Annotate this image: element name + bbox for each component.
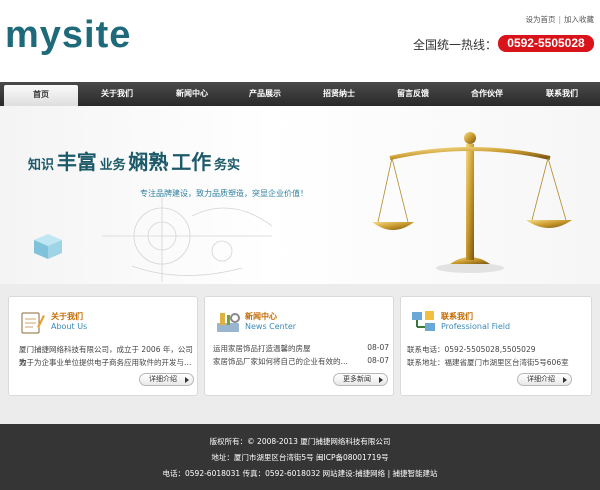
nav-item-products[interactable]: 产品展示 (228, 82, 302, 106)
news-item[interactable]: 运用家居饰品打造温馨的房屋 08-07 (213, 343, 389, 354)
news-item-date: 08-07 (367, 356, 389, 365)
banner-sub-slogan: 专注品牌建设，致力品质塑造，突显企业价值！ (140, 189, 308, 198)
site-header: mysite 设为首页 | 加入收藏 全国统一热线： 0592-5505028 (0, 0, 600, 82)
main-nav: 首页 关于我们 新闻中心 产品展示 招贤纳士 留言反馈 合作伙伴 联系我们 (0, 82, 600, 106)
hotline-label: 全国统一热线： (413, 38, 498, 52)
about-box: 关于我们 About Us 厦门捕捷网络科技有限公司，成立于 2006 年，公司… (8, 296, 198, 396)
site-footer: 版权所有：© 2008-2013 厦门捕捷网络科技有限公司 地址：厦门市湖里区台… (0, 424, 600, 490)
hotline-number: 0592-5505028 (498, 35, 594, 52)
nav-item-about[interactable]: 关于我们 (78, 82, 156, 106)
news-title[interactable]: 新闻中心 (245, 311, 277, 322)
slogan-word: 务实 (214, 158, 241, 173)
banner-slogan: 知识 丰富 业务 娴熟 工作 务实 (28, 146, 240, 175)
news-box: 新闻中心 News Center 运用家居饰品打造温馨的房屋 08-07 家居饰… (204, 296, 394, 396)
news-item-title[interactable]: 家居饰品厂家如何将自己的企业有效的… (213, 357, 348, 366)
news-item[interactable]: 家居饰品厂家如何将自己的企业有效的… 08-07 (213, 356, 389, 367)
contact-box: 联系我们 Professional Field 联系电话：0592-550502… (400, 296, 592, 396)
nav-item-home[interactable]: 首页 (4, 85, 78, 106)
about-subtitle: About Us (51, 322, 88, 331)
slogan-word: 丰富 (56, 150, 97, 174)
footer-address: 地址：厦门市湖里区台湾街5号 闽ICP备08001719号 (211, 453, 389, 462)
sketch-drawing-image (102, 198, 273, 282)
cube-image (34, 234, 62, 259)
nav-item-feedback[interactable]: 留言反馈 (376, 82, 450, 106)
site-logo[interactable]: mysite (5, 16, 131, 54)
news-subtitle: News Center (245, 322, 297, 331)
more-news-button[interactable]: 更多新闻 (333, 373, 388, 386)
contact-address: 联系地址：福建省厦门市湖里区台湾街5号606室 (407, 358, 569, 367)
news-item-title[interactable]: 运用家居饰品打造温馨的房屋 (213, 344, 311, 353)
slogan-word: 工作 (171, 150, 212, 174)
nav-item-news[interactable]: 新闻中心 (156, 82, 228, 106)
footer-contact: 电话：0592-6018031 传真：0592-6018032 网站建设:捕捷网… (162, 469, 438, 478)
contact-phone: 联系电话：0592-5505028,5505029 (407, 345, 536, 354)
set-homepage-link[interactable]: 设为首页 (525, 15, 555, 24)
add-favorite-link[interactable]: 加入收藏 (564, 15, 594, 24)
slogan-word: 知识 (28, 158, 55, 173)
contact-subtitle: Professional Field (441, 322, 511, 331)
network-icon (412, 311, 435, 331)
slogan-word: 业务 (99, 158, 126, 173)
tools-icon (217, 313, 240, 332)
contact-title[interactable]: 联系我们 (441, 311, 473, 322)
about-text-line: 力于为企事业单位提供电子商务应用软件的开发与… (19, 358, 192, 367)
link-divider: | (558, 15, 561, 24)
about-title[interactable]: 关于我们 (51, 311, 83, 322)
about-detail-button[interactable]: 详细介绍 (139, 373, 194, 386)
top-links: 设为首页 | 加入收藏 (525, 14, 594, 25)
footer-copyright: 版权所有：© 2008-2013 厦门捕捷网络科技有限公司 (209, 437, 391, 446)
slogan-word: 娴熟 (128, 150, 169, 174)
nav-item-jobs[interactable]: 招贤纳士 (302, 82, 376, 106)
news-item-date: 08-07 (367, 343, 389, 352)
contact-detail-button[interactable]: 详细介绍 (517, 373, 572, 386)
nav-item-partners[interactable]: 合作伙伴 (450, 82, 524, 106)
notepad-pencil-icon (21, 312, 45, 334)
balance-scale-image (372, 132, 572, 273)
nav-item-contact[interactable]: 联系我们 (524, 82, 600, 106)
